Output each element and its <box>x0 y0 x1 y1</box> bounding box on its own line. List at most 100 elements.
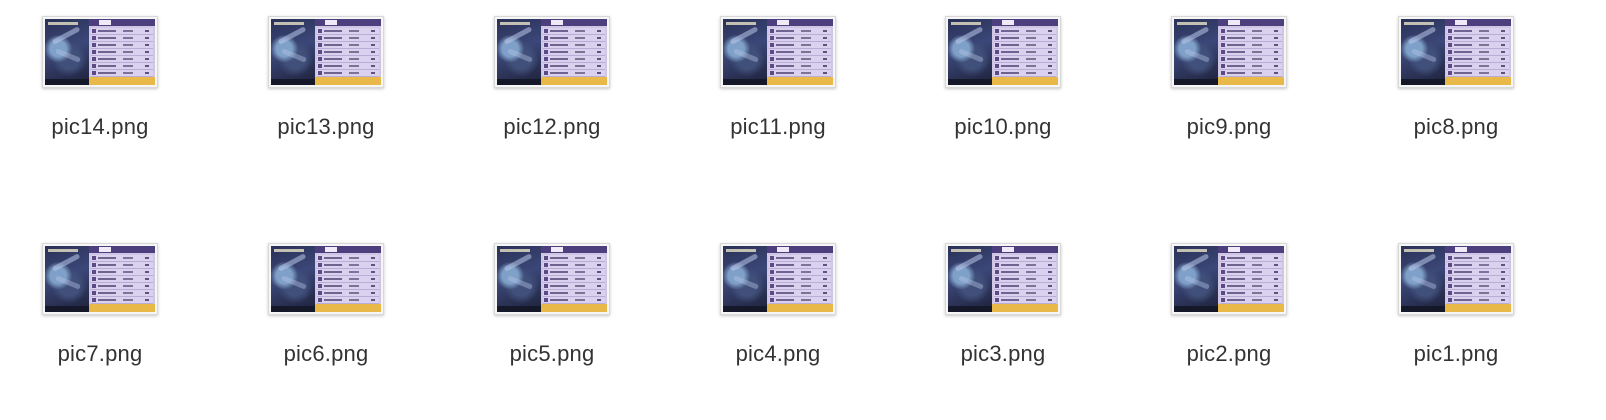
thumbnail-row-txt <box>324 278 342 280</box>
thumbnail-row-ico <box>770 263 774 267</box>
file-item[interactable]: pic8.png <box>1356 0 1556 180</box>
thumbnail-panel-header <box>1218 246 1284 253</box>
file-name[interactable]: pic11.png <box>678 114 878 140</box>
thumbnail-streak <box>51 253 81 272</box>
thumbnail-row-ico <box>318 256 322 260</box>
thumbnail-row-num <box>1501 278 1505 280</box>
thumbnail-panel-row <box>543 63 605 70</box>
thumbnail-panel-tab <box>99 20 111 25</box>
thumbnail-panel-row <box>994 297 1056 304</box>
file-item[interactable]: pic11.png <box>678 0 878 180</box>
file-item[interactable]: pic7.png <box>0 227 200 407</box>
file-name[interactable]: pic12.png <box>452 114 652 140</box>
file-item[interactable]: pic4.png <box>678 227 878 407</box>
thumbnail-row-txt2 <box>349 271 359 273</box>
thumbnail-panel-row <box>1220 56 1282 63</box>
file-name[interactable]: pic3.png <box>903 341 1103 367</box>
png-thumbnail-icon[interactable] <box>1171 243 1287 315</box>
file-name[interactable]: pic5.png <box>452 341 652 367</box>
thumbnail-panel-row <box>1220 255 1282 262</box>
file-item[interactable]: pic12.png <box>452 0 652 180</box>
thumbnail-row-txt2 <box>1479 65 1489 67</box>
thumbnail-row-ico <box>318 57 322 61</box>
thumbnail-panel-row <box>1220 49 1282 56</box>
thumbnail-row-txt2 <box>1252 264 1262 266</box>
thumbnail-title-bar <box>500 249 530 252</box>
thumbnail-panel-tab <box>1228 247 1240 252</box>
thumbnail-row-ico <box>92 64 96 68</box>
file-item[interactable]: pic1.png <box>1356 227 1556 407</box>
file-item[interactable]: pic5.png <box>452 227 652 407</box>
thumbnail-panel-row <box>1447 70 1509 77</box>
thumbnail-panel-row <box>769 283 831 290</box>
file-item[interactable]: pic13.png <box>226 0 426 180</box>
thumbnail-row-ico <box>544 71 548 75</box>
file-name[interactable]: pic13.png <box>226 114 426 140</box>
png-thumbnail-icon[interactable] <box>720 243 836 315</box>
thumbnail-bottom-bar <box>948 306 992 312</box>
thumbnail-panel-row <box>769 28 831 35</box>
thumbnail-row-num <box>1048 257 1052 259</box>
file-item[interactable]: pic9.png <box>1129 0 1329 180</box>
file-name[interactable]: pic14.png <box>0 114 200 140</box>
thumbnail-row-ico <box>770 277 774 281</box>
png-thumbnail-icon[interactable] <box>1171 16 1287 88</box>
file-item[interactable]: pic14.png <box>0 0 200 180</box>
thumbnail-row-txt2 <box>801 299 811 301</box>
thumbnail-row-txt2 <box>349 44 359 46</box>
thumbnail-row-txt <box>1227 65 1245 67</box>
png-thumbnail-icon[interactable] <box>494 243 610 315</box>
file-item[interactable]: pic10.png <box>903 0 1103 180</box>
thumbnail-row-num <box>145 65 149 67</box>
thumbnail-row-num <box>1048 299 1052 301</box>
thumbnail-row-txt <box>324 299 342 301</box>
thumbnail-row-ico <box>995 256 999 260</box>
thumbnail-row-ico <box>770 291 774 295</box>
file-item[interactable]: pic3.png <box>903 227 1103 407</box>
thumbnail-row-txt <box>1454 278 1472 280</box>
png-thumbnail-icon[interactable] <box>42 243 158 315</box>
png-thumbnail-icon[interactable] <box>1398 16 1514 88</box>
thumbnail-row-txt <box>1227 44 1245 46</box>
png-thumbnail-icon[interactable] <box>42 16 158 88</box>
png-thumbnail-icon[interactable] <box>1398 243 1514 315</box>
file-name[interactable]: pic6.png <box>226 341 426 367</box>
file-name[interactable]: pic10.png <box>903 114 1103 140</box>
file-item[interactable]: pic6.png <box>226 227 426 407</box>
thumbnail-row-num <box>1501 299 1505 301</box>
thumbnail-row-ico <box>544 256 548 260</box>
thumbnail-row-num <box>1048 271 1052 273</box>
thumbnail-row-txt <box>550 299 568 301</box>
thumbnail-row-txt <box>776 264 794 266</box>
png-thumbnail-icon[interactable] <box>494 16 610 88</box>
thumbnail-panel-row <box>317 255 379 262</box>
png-thumbnail-icon[interactable] <box>268 16 384 88</box>
thumbnail-row-num <box>1501 292 1505 294</box>
png-thumbnail-icon[interactable] <box>945 16 1061 88</box>
file-name[interactable]: pic8.png <box>1356 114 1556 140</box>
file-name[interactable]: pic9.png <box>1129 114 1329 140</box>
thumbnail-row-ico <box>318 263 322 267</box>
thumbnail-bottom-bar <box>723 79 767 85</box>
file-name[interactable]: pic7.png <box>0 341 200 367</box>
file-name[interactable]: pic4.png <box>678 341 878 367</box>
thumbnail-row-ico <box>1221 64 1225 68</box>
png-thumbnail-icon[interactable] <box>268 243 384 315</box>
thumbnail-row-ico <box>92 29 96 33</box>
thumbnail-panel-row <box>994 276 1056 283</box>
thumbnail-row-num <box>1274 278 1278 280</box>
thumbnail-panel-header <box>767 246 833 253</box>
thumbnail-row-txt2 <box>1026 65 1036 67</box>
thumbnail-row-txt <box>324 264 342 266</box>
png-thumbnail-icon[interactable] <box>945 243 1061 315</box>
file-item[interactable]: pic2.png <box>1129 227 1329 407</box>
png-thumbnail-icon[interactable] <box>720 16 836 88</box>
thumbnail-row-txt <box>324 72 342 74</box>
file-name[interactable]: pic1.png <box>1356 341 1556 367</box>
thumbnail-artwork <box>1401 246 1445 312</box>
thumbnail-row-txt <box>1227 299 1245 301</box>
thumbnail-row-txt <box>98 58 116 60</box>
thumbnail-title-bar <box>274 249 304 252</box>
file-name[interactable]: pic2.png <box>1129 341 1329 367</box>
thumbnail-row-num <box>823 44 827 46</box>
